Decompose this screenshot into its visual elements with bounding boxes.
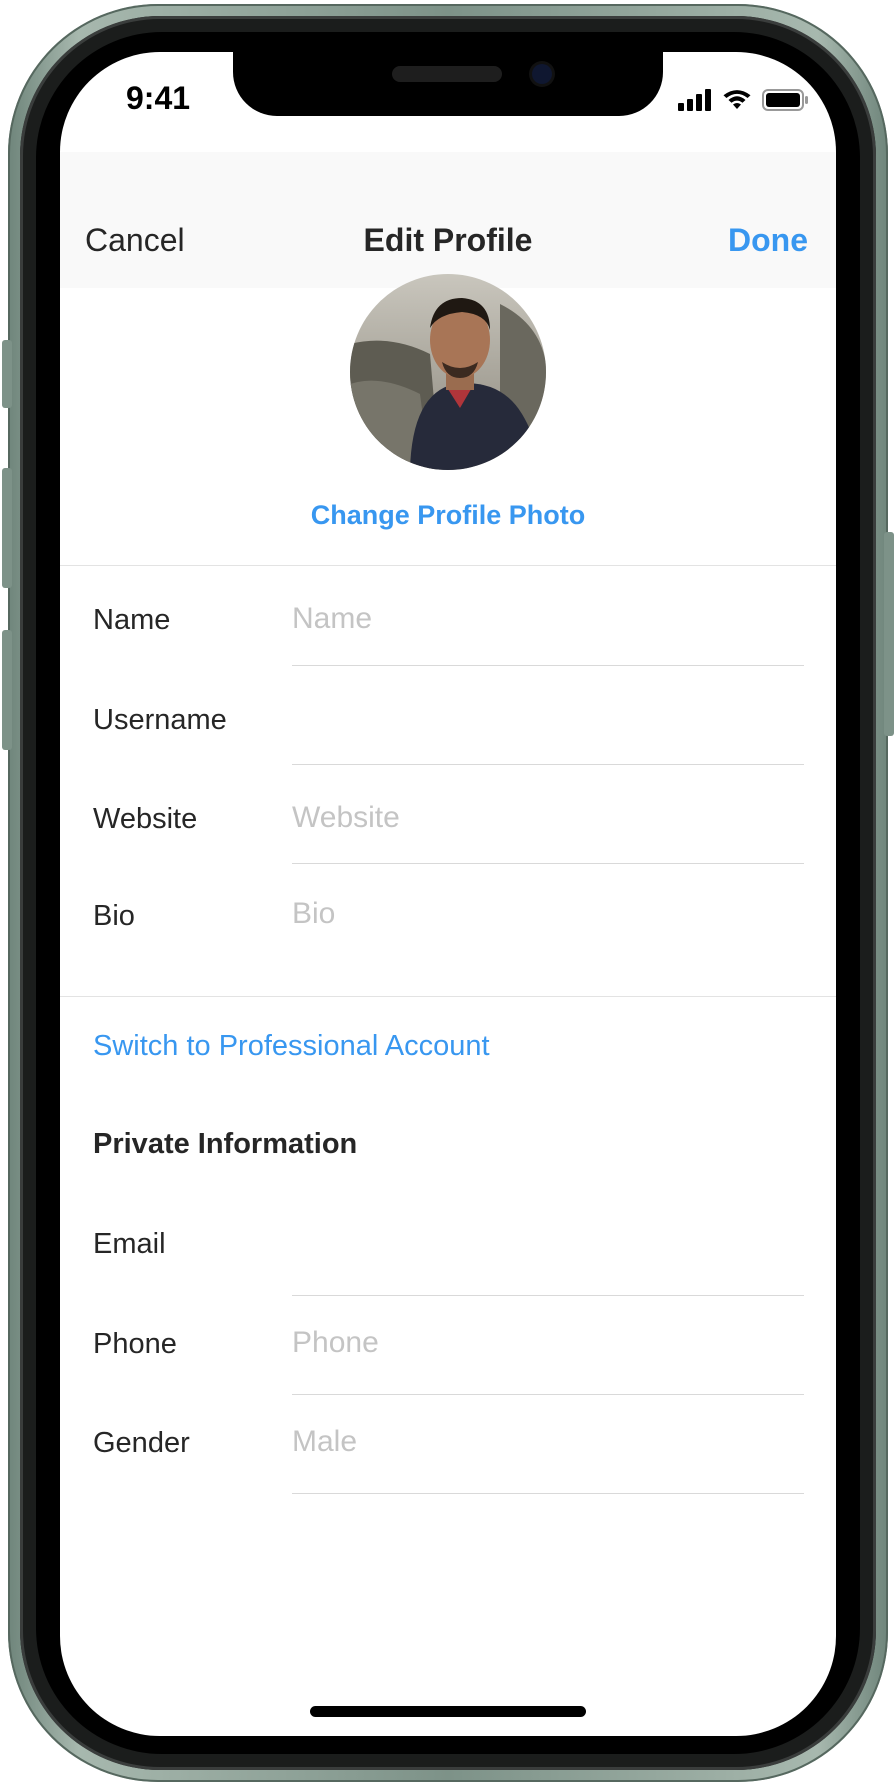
section-divider: [60, 565, 836, 566]
front-camera: [532, 64, 552, 84]
speaker-grille: [392, 66, 502, 82]
profile-avatar[interactable]: [350, 274, 546, 470]
phone-input[interactable]: Phone: [292, 1326, 379, 1360]
phone-screen: 9:41 Edit Profile Cancel Done Change Pro…: [60, 52, 836, 1736]
done-button[interactable]: Done: [728, 222, 808, 259]
username-underline: [292, 764, 804, 765]
section-divider: [60, 996, 836, 997]
phone-underline: [292, 1394, 804, 1395]
gender-underline: [292, 1493, 804, 1494]
private-information-heading: Private Information: [93, 1128, 358, 1160]
name-label: Name: [93, 604, 171, 636]
website-label: Website: [93, 803, 198, 835]
name-input[interactable]: Name: [292, 602, 372, 636]
username-input[interactable]: [292, 702, 792, 742]
phone-label: Phone: [93, 1328, 177, 1360]
gender-select[interactable]: Male: [292, 1425, 357, 1459]
switch-professional-account-link[interactable]: Switch to Professional Account: [93, 1030, 490, 1063]
side-button-volume-down: [2, 630, 12, 750]
gender-label: Gender: [93, 1427, 190, 1459]
bio-input[interactable]: Bio: [292, 897, 335, 931]
battery-icon: [762, 89, 808, 111]
status-time: 9:41: [126, 80, 191, 116]
navigation-bar: Edit Profile: [60, 152, 836, 288]
side-button-volume-up: [2, 468, 12, 588]
website-underline: [292, 863, 804, 864]
side-button-mute: [2, 340, 12, 408]
wifi-icon: [723, 90, 751, 109]
cancel-button[interactable]: Cancel: [85, 222, 185, 259]
website-input[interactable]: Website: [292, 801, 400, 835]
bio-label: Bio: [93, 900, 135, 932]
email-input[interactable]: [292, 1226, 792, 1266]
name-underline: [292, 665, 804, 666]
email-underline: [292, 1295, 804, 1296]
cellular-signal-icon: [678, 89, 711, 111]
username-label: Username: [93, 704, 227, 736]
change-profile-photo-button[interactable]: Change Profile Photo: [60, 500, 836, 531]
notch: [233, 52, 663, 116]
email-label: Email: [93, 1228, 166, 1260]
side-button-power: [884, 532, 894, 736]
status-icons: [678, 88, 808, 112]
home-indicator[interactable]: [310, 1706, 586, 1717]
profile-photo: [350, 274, 546, 470]
